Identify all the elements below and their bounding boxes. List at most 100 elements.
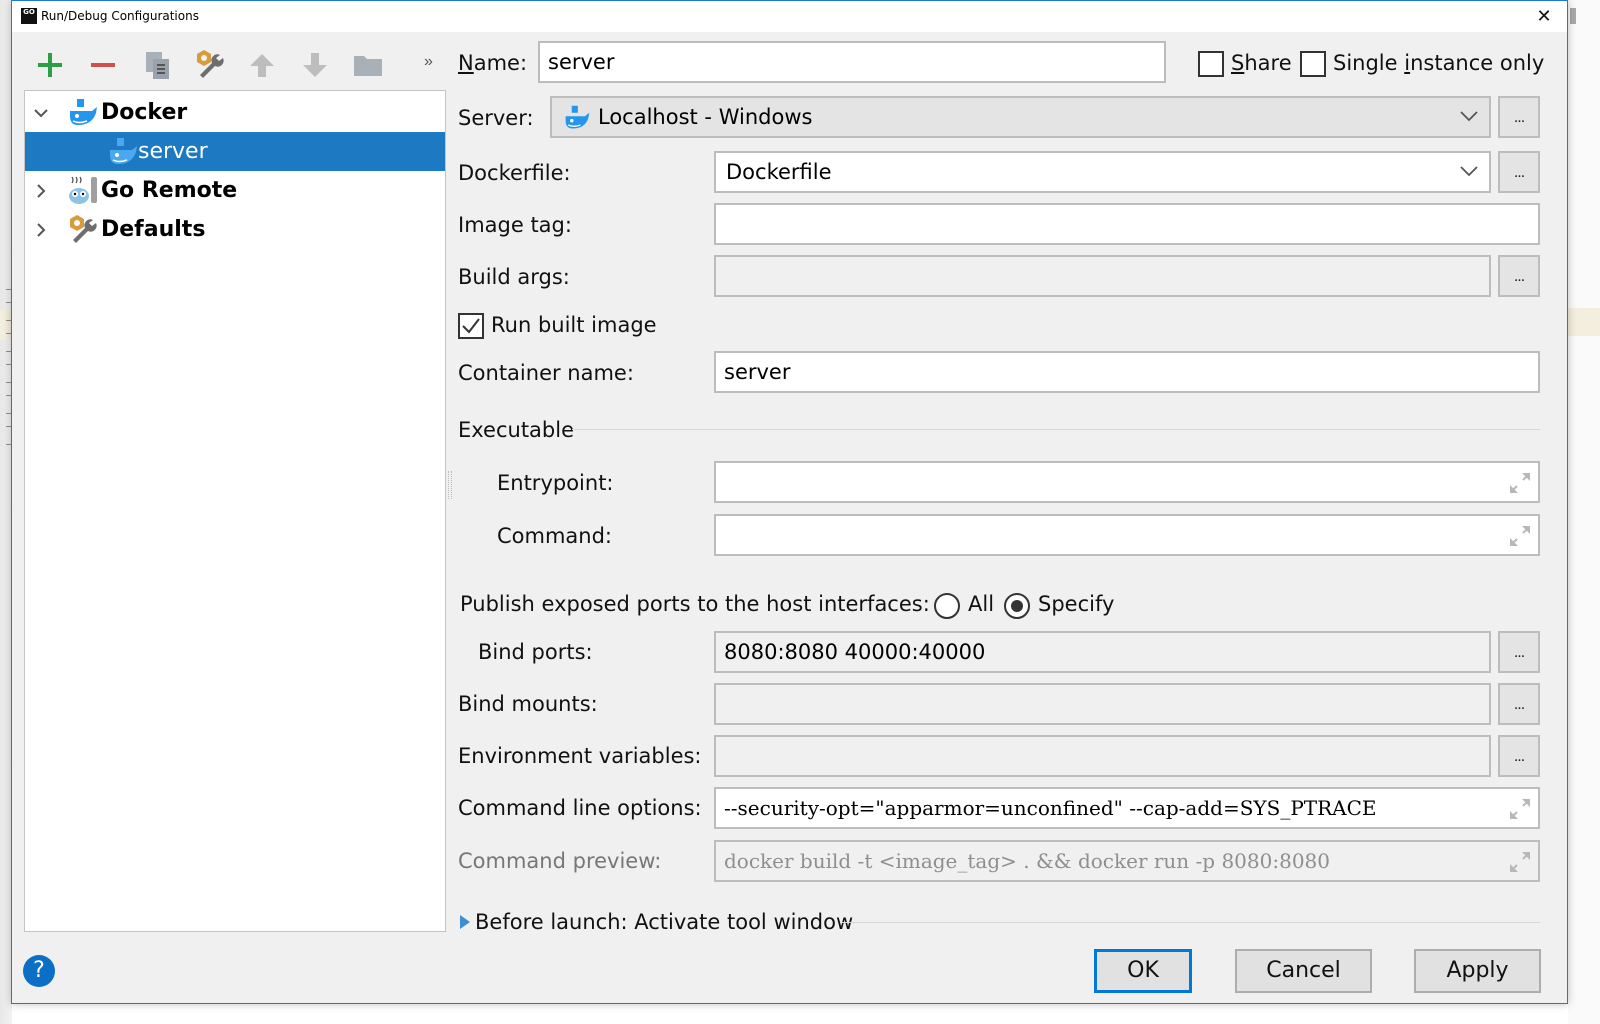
executable-section-label: Executable [458, 418, 575, 442]
section-divider [842, 922, 1540, 923]
single-instance-label[interactable]: Single instance only [1333, 51, 1544, 75]
publish-all-radio[interactable] [934, 593, 960, 619]
window-title: Run/Debug Configurations [41, 9, 199, 23]
bind-mounts-browse-button[interactable]: ... [1498, 683, 1540, 725]
arrow-up-icon [250, 54, 274, 77]
plus-icon [38, 53, 62, 77]
scrollbar-thumb[interactable] [1570, 8, 1576, 24]
folder-icon [354, 56, 382, 76]
background-editor-scrollbar [1568, 0, 1600, 1024]
tree-item-go-remote[interactable]: Go Remote [25, 171, 445, 210]
bind-mounts-label: Bind mounts: [458, 692, 598, 716]
name-label: Name: [458, 51, 527, 75]
expand-icon[interactable] [1508, 850, 1532, 874]
close-button[interactable]: ✕ [1521, 1, 1567, 32]
dockerfile-browse-button[interactable]: ... [1498, 151, 1540, 193]
build-args-label: Build args: [458, 265, 570, 289]
image-tag-input[interactable] [714, 203, 1540, 245]
chevron-right-icon[interactable] [31, 171, 51, 210]
dockerfile-value: Dockerfile [726, 160, 832, 184]
server-label: Server: [458, 106, 534, 130]
chevron-right-icon[interactable] [31, 210, 51, 249]
tree-item-label: Docker [101, 100, 188, 125]
bind-mounts-input[interactable] [714, 683, 1491, 725]
mnemonic: S [1231, 51, 1245, 75]
help-icon: ? [33, 958, 45, 983]
move-up-button[interactable] [244, 47, 280, 83]
label-text: nstance only [1410, 51, 1545, 75]
env-vars-input[interactable] [714, 735, 1491, 777]
title-bar: GO _ Run/Debug Configurations ✕ [12, 1, 1567, 32]
env-vars-label: Environment variables: [458, 744, 702, 768]
share-checkbox[interactable] [1198, 51, 1224, 77]
container-name-input[interactable]: server [714, 351, 1540, 393]
dockerfile-label: Dockerfile: [458, 161, 571, 185]
server-value: Localhost - Windows [598, 105, 813, 129]
publish-specify-label[interactable]: Specify [1038, 592, 1114, 616]
chevron-down-icon[interactable] [31, 93, 51, 132]
configurations-toolbar: » [12, 43, 452, 87]
tree-item-defaults[interactable]: Defaults [25, 210, 445, 249]
run-built-image-checkbox[interactable] [458, 313, 484, 339]
entrypoint-label: Entrypoint: [497, 471, 614, 495]
single-instance-checkbox[interactable] [1300, 51, 1326, 77]
mnemonic: N [458, 51, 474, 75]
go-remote-icon [69, 176, 97, 204]
entrypoint-input[interactable] [714, 461, 1540, 503]
expand-triangle-icon[interactable] [459, 914, 471, 930]
share-label[interactable]: Share [1231, 51, 1292, 75]
cmd-options-value: --security-opt="apparmor=unconfined" --c… [724, 796, 1377, 820]
name-input[interactable]: server [538, 41, 1166, 83]
cmd-preview-field: docker build -t <image_tag> . && docker … [714, 840, 1540, 882]
tree-item-docker[interactable]: Docker [25, 93, 445, 132]
ok-button[interactable]: OK [1094, 949, 1192, 993]
apply-button[interactable]: Apply [1414, 949, 1541, 993]
chevron-down-icon [1460, 111, 1478, 122]
command-input[interactable] [714, 514, 1540, 556]
expand-icon[interactable] [1508, 524, 1532, 548]
build-args-browse-button[interactable]: ... [1498, 255, 1540, 297]
splitter-handle[interactable] [448, 471, 452, 499]
goland-app-icon: GO _ [21, 8, 37, 25]
publish-specify-radio[interactable] [1004, 593, 1030, 619]
cancel-button[interactable]: Cancel [1235, 949, 1372, 993]
help-button[interactable]: ? [23, 955, 55, 987]
remove-configuration-button[interactable] [85, 47, 121, 83]
tree-item-label: Go Remote [101, 178, 238, 203]
scrollbar-highlight [1568, 308, 1600, 336]
before-launch-label[interactable]: Before launch: Activate tool window [475, 910, 853, 934]
section-divider [572, 429, 1540, 430]
label-text: ame: [473, 51, 528, 75]
chevron-down-icon [1460, 166, 1478, 177]
create-folder-button[interactable] [350, 47, 386, 83]
close-icon: ✕ [1536, 6, 1552, 26]
run-built-image-label[interactable]: Run built image [491, 313, 657, 337]
move-down-button[interactable] [297, 47, 333, 83]
cmd-options-input[interactable]: --security-opt="apparmor=unconfined" --c… [714, 787, 1540, 829]
build-args-input[interactable] [714, 255, 1491, 297]
run-debug-configurations-dialog: GO _ Run/Debug Configurations ✕ » Docker… [11, 0, 1568, 1004]
copy-configuration-button[interactable] [140, 47, 176, 83]
edit-defaults-button[interactable] [192, 47, 228, 83]
more-actions-icon[interactable]: » [424, 53, 433, 71]
app-icon-text: GO [23, 8, 35, 16]
bind-ports-browse-button[interactable]: ... [1498, 631, 1540, 673]
dockerfile-dropdown[interactable]: Dockerfile [714, 151, 1491, 193]
tree-item-server[interactable]: server [25, 132, 445, 171]
bind-ports-input[interactable]: 8080:8080 40000:40000 [714, 631, 1491, 673]
publish-all-label[interactable]: All [968, 592, 994, 616]
env-vars-browse-button[interactable]: ... [1498, 735, 1540, 777]
add-configuration-button[interactable] [32, 47, 68, 83]
docker-icon [70, 99, 97, 125]
command-label: Command: [497, 524, 613, 548]
configurations-tree: Docker server Go Remote Defaults [24, 90, 446, 932]
arrow-down-icon [303, 53, 327, 77]
checkmark-icon [462, 318, 480, 334]
docker-icon [110, 138, 137, 164]
expand-icon[interactable] [1508, 471, 1532, 495]
publish-ports-label: Publish exposed ports to the host interf… [460, 592, 930, 616]
server-browse-button[interactable]: ... [1498, 96, 1540, 138]
wrench-icon [70, 215, 97, 243]
expand-icon[interactable] [1508, 797, 1532, 821]
server-dropdown[interactable]: Localhost - Windows [550, 96, 1491, 138]
